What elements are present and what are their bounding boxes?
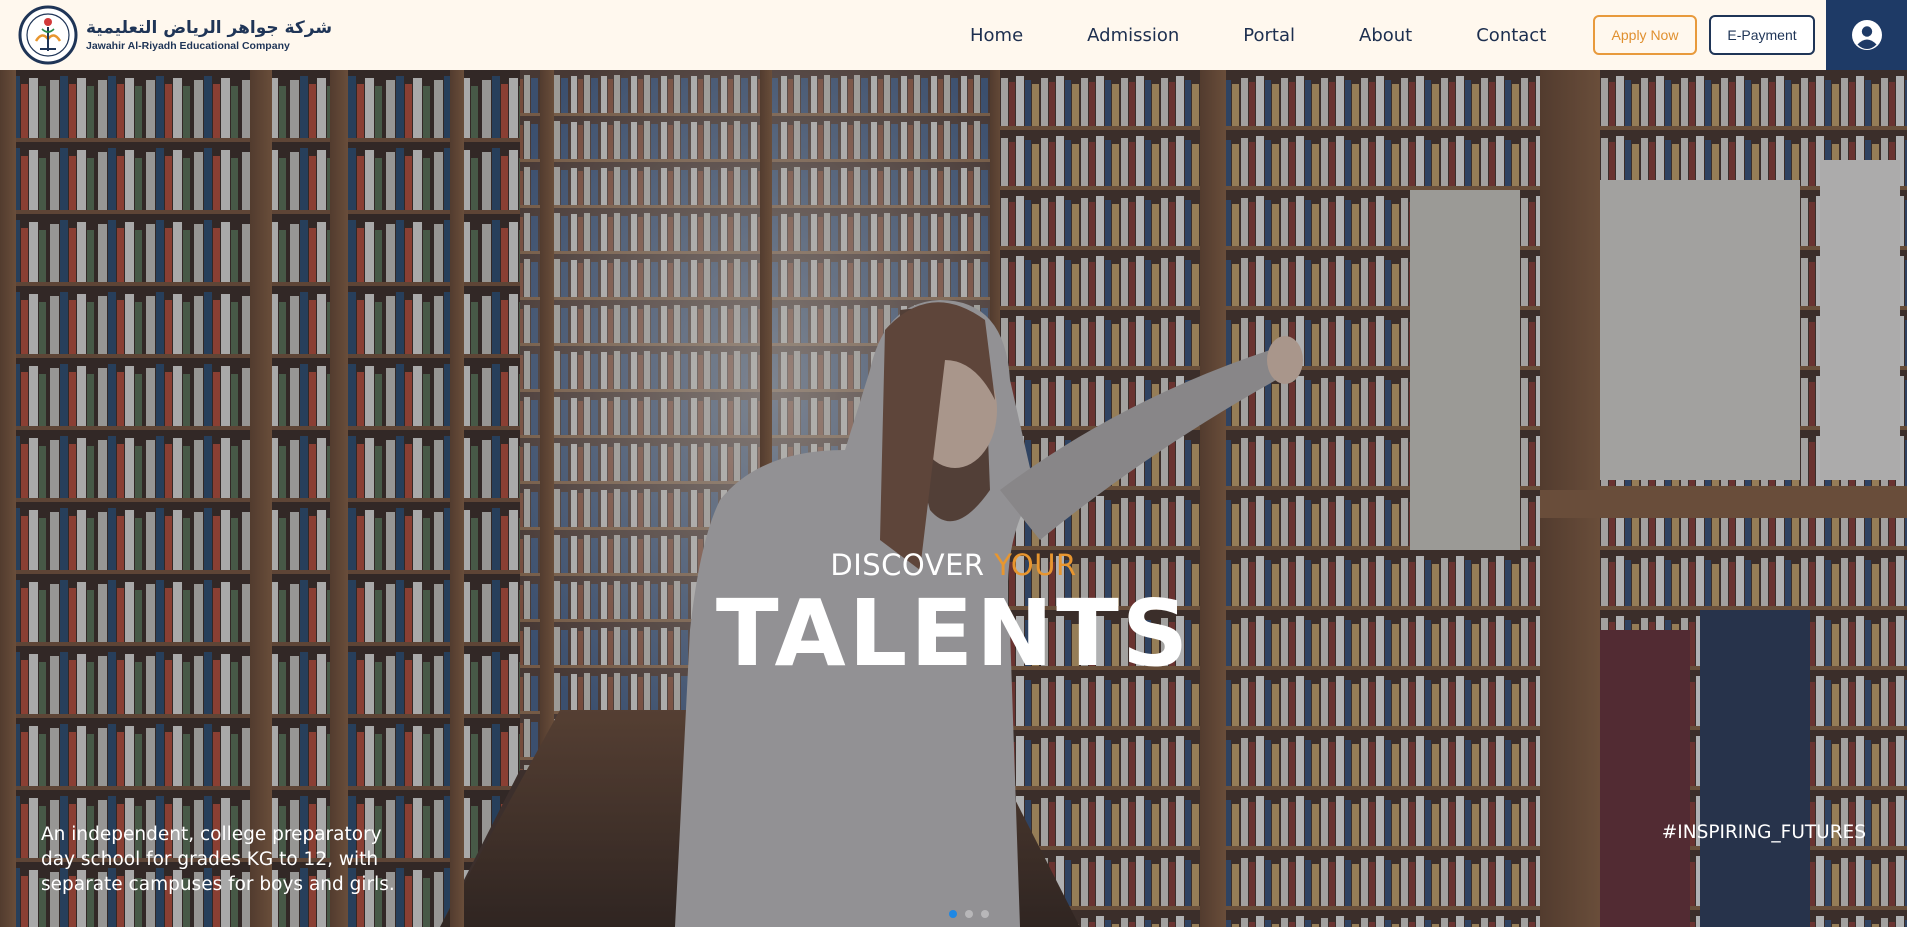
carousel-dot-2[interactable]: [965, 910, 973, 918]
hero-hashtag: #INSPIRING_FUTURES: [1661, 822, 1866, 843]
user-account-icon: [1851, 20, 1882, 50]
hero-tagline: An independent, college preparatory day …: [41, 824, 395, 895]
nav-contact[interactable]: Contact: [1476, 25, 1546, 46]
brand-name-arabic: شركة جواهر الرياض التعليمية: [86, 18, 333, 38]
nav-home[interactable]: Home: [970, 25, 1023, 46]
account-button[interactable]: [1826, 0, 1907, 70]
hero-banner: DISCOVER YOUR TALENTS An independent, co…: [0, 70, 1907, 927]
carousel-indicators: [949, 910, 989, 918]
e-payment-button[interactable]: E-Payment: [1709, 15, 1815, 55]
hero-headline: TALENTS: [715, 580, 1192, 687]
brand-logo[interactable]: شركة جواهر الرياض التعليمية Jawahir Al-R…: [18, 0, 332, 70]
site-header: شركة جواهر الرياض التعليمية Jawahir Al-R…: [0, 0, 1907, 70]
hero-kicker-word: DISCOVER: [830, 548, 985, 582]
nav-admission[interactable]: Admission: [1087, 25, 1179, 46]
apply-now-button[interactable]: Apply Now: [1593, 15, 1697, 55]
brand-name-english: Jawahir Al-Riyadh Educational Company: [86, 40, 290, 52]
school-seal-icon: [18, 5, 78, 65]
carousel-dot-1[interactable]: [949, 910, 957, 918]
hero-kicker: DISCOVER YOUR: [0, 548, 1907, 582]
hero-overlay: [0, 70, 1907, 927]
main-nav: Home Admission Portal About Contact: [970, 0, 1546, 70]
carousel-dot-3[interactable]: [981, 910, 989, 918]
nav-portal[interactable]: Portal: [1243, 25, 1295, 46]
nav-about[interactable]: About: [1359, 25, 1412, 46]
hero-kicker-accent: YOUR: [994, 548, 1077, 582]
